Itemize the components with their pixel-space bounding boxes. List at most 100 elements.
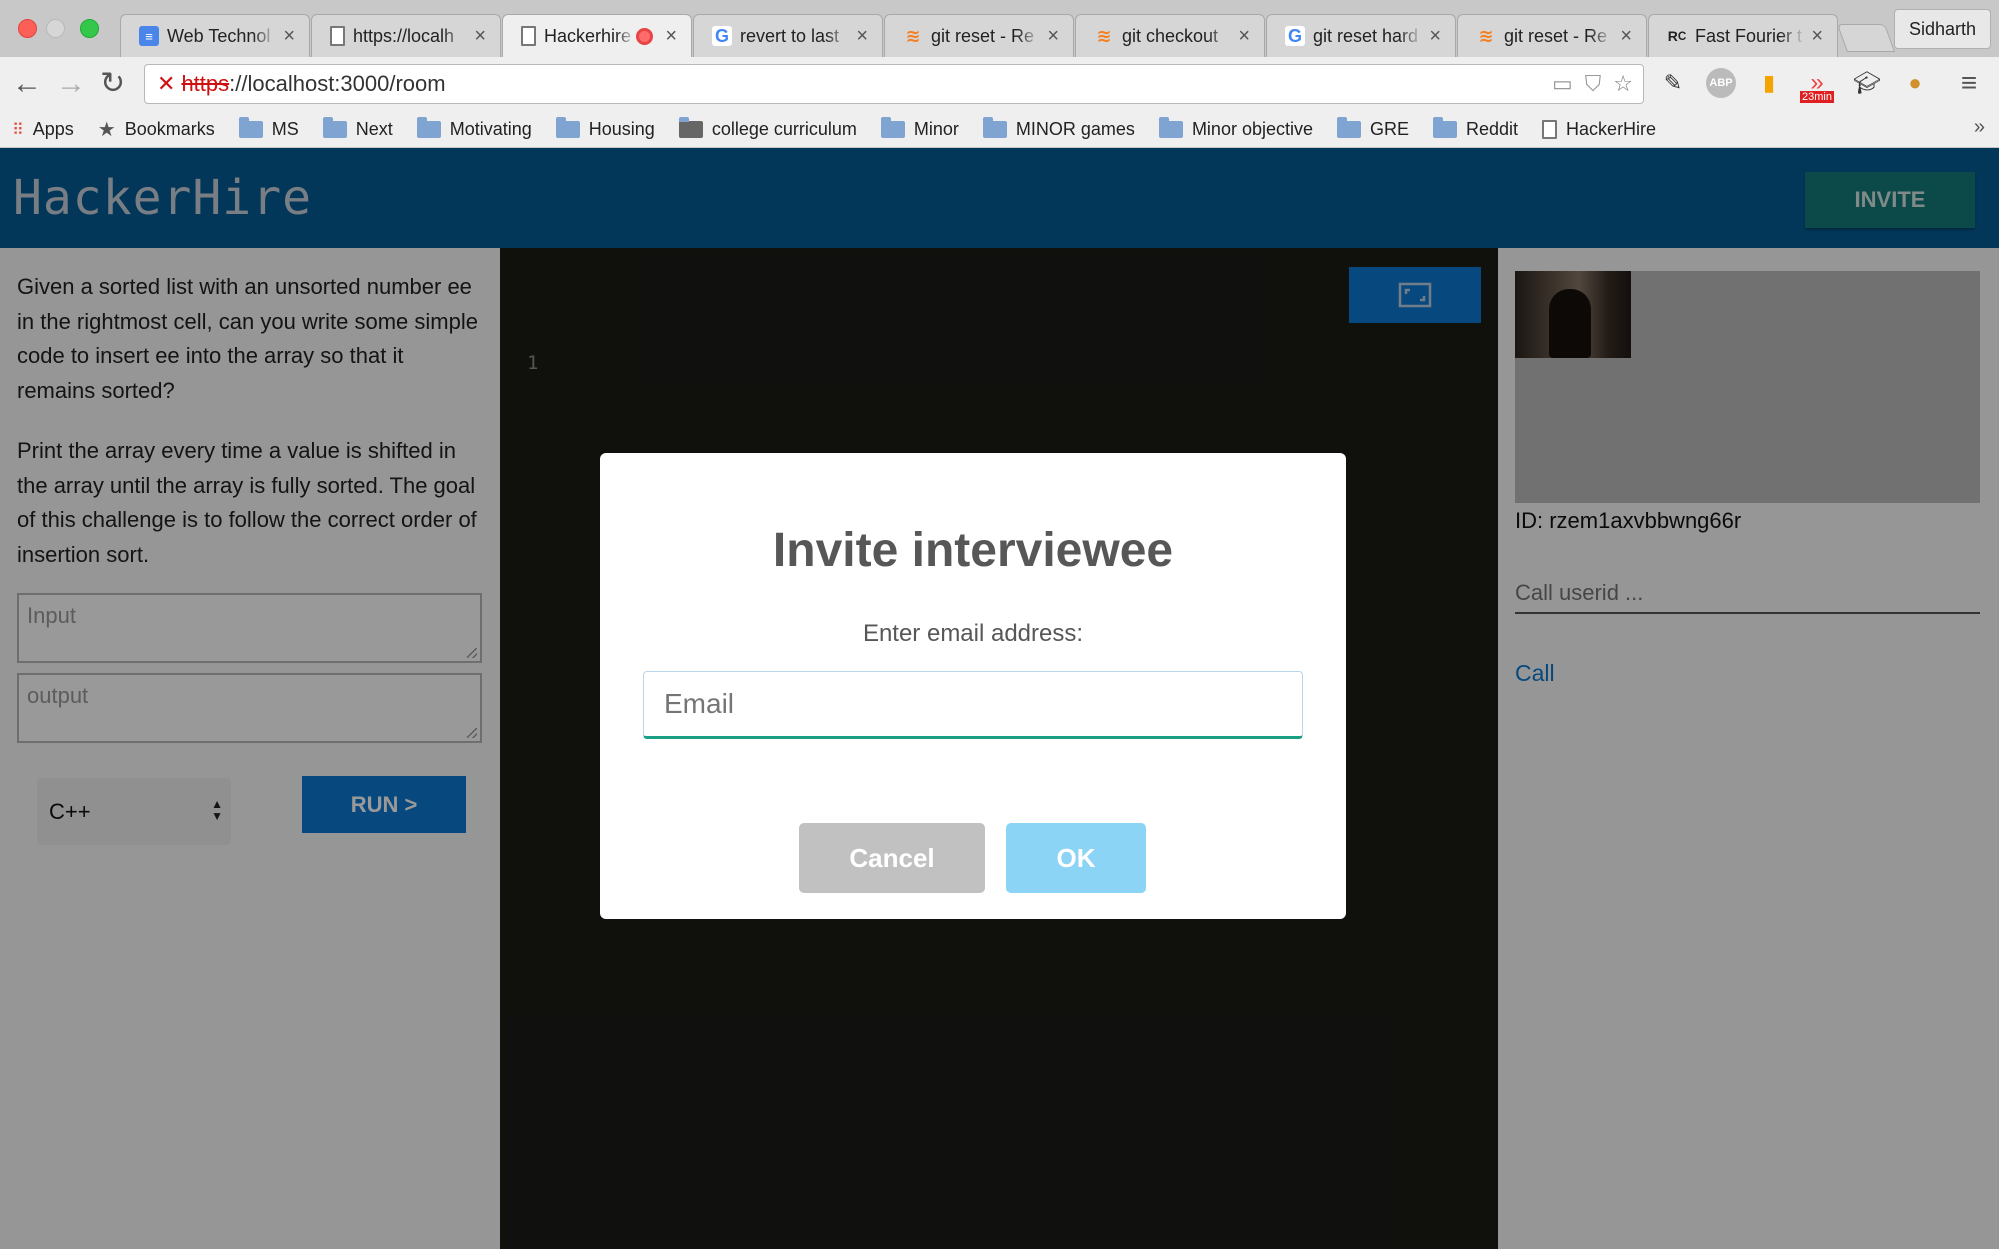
- browser-chrome: ≡ Web Technol × https://localh × Hackerh…: [0, 0, 1999, 148]
- tab-close-icon[interactable]: ×: [1429, 26, 1441, 46]
- tab-title: git checkout: [1122, 25, 1219, 46]
- folder-icon: [416, 117, 441, 138]
- folder-icon: [555, 117, 580, 138]
- tab-close-icon[interactable]: ×: [474, 26, 486, 46]
- bookmark-folder[interactable]: MS: [238, 117, 299, 140]
- tab-close-icon[interactable]: ×: [856, 26, 868, 46]
- url-scheme: https: [181, 71, 230, 96]
- email-input[interactable]: [643, 671, 1303, 739]
- eyedropper-extension-icon[interactable]: ✎: [1656, 66, 1690, 100]
- folder-icon: [322, 117, 347, 138]
- dialog-subtitle: Enter email address:: [862, 620, 1084, 647]
- adblock-extension-icon[interactable]: ABP: [1704, 66, 1738, 100]
- bookmark-label: Housing: [588, 119, 655, 139]
- browser-tab[interactable]: ≡ Web Technol ×: [120, 14, 310, 57]
- modal-backdrop-header[interactable]: [0, 148, 1999, 248]
- browser-tab[interactable]: ≋ git reset - Re ×: [884, 14, 1074, 57]
- bookmark-folder[interactable]: Next: [322, 117, 393, 140]
- page-icon: [1542, 120, 1558, 139]
- cancel-button[interactable]: Cancel: [799, 823, 985, 893]
- shield-icon[interactable]: ⛉: [1585, 71, 1602, 97]
- bookmark-label: MINOR games: [1015, 119, 1135, 139]
- tab-close-icon[interactable]: ×: [1047, 26, 1059, 46]
- browser-tab[interactable]: https://localh ×: [311, 14, 501, 57]
- bookmark-folder[interactable]: MINOR games: [982, 117, 1135, 140]
- bookmark-label: Bookmarks: [124, 119, 215, 139]
- tab-strip: ≡ Web Technol × https://localh × Hackerh…: [0, 0, 1999, 57]
- browser-tab[interactable]: ≋ git reset - Re ×: [1457, 14, 1647, 57]
- bookmark-folder[interactable]: college curriculum: [678, 117, 857, 140]
- forward-icon[interactable]: →: [56, 66, 86, 102]
- bookmark-star-icon[interactable]: ☆: [1613, 71, 1633, 97]
- tab-title: Web Technol: [167, 25, 271, 46]
- reload-icon[interactable]: ↻: [100, 66, 125, 102]
- tab-close-icon[interactable]: ×: [1811, 26, 1823, 46]
- analytics-extension-icon[interactable]: ▮: [1752, 66, 1786, 100]
- page-icon: [521, 26, 536, 46]
- docs-icon: ≡: [139, 26, 159, 46]
- page-icon: [330, 26, 345, 46]
- bookmark-label: Minor: [913, 119, 959, 139]
- tab-close-icon[interactable]: ×: [1620, 26, 1632, 46]
- browser-tab-active[interactable]: Hackerhire ×: [502, 14, 692, 57]
- bookmark-bookmarks[interactable]: ★ Bookmarks: [98, 117, 215, 142]
- address-bar[interactable]: ✕ https://localhost:3000/room ▭ ⛉ ☆: [144, 64, 1644, 104]
- google-icon: G: [712, 26, 732, 46]
- tab-title: Fast Fourier t: [1695, 25, 1803, 46]
- bookmark-folder[interactable]: Minor: [880, 117, 959, 140]
- folder-icon: [1158, 117, 1183, 138]
- bookmark-label: GRE: [1370, 119, 1410, 139]
- bookmark-label: Next: [355, 119, 393, 139]
- bookmark-folder[interactable]: Reddit: [1433, 117, 1519, 140]
- back-icon[interactable]: ←: [12, 66, 42, 102]
- star-icon: ★: [97, 119, 116, 141]
- bookmark-folder[interactable]: Motivating: [416, 117, 532, 140]
- stackoverflow-icon: ≋: [1096, 25, 1112, 46]
- browser-toolbar: ← → ↻ ✕ https://localhost:3000/room ▭ ⛉ …: [0, 57, 1999, 112]
- graduation-cap-icon[interactable]: 🎓︎: [1850, 66, 1884, 100]
- camera-icon[interactable]: ▭: [1552, 71, 1573, 97]
- timer-extension-icon[interactable]: » 23min: [1800, 66, 1834, 103]
- profile-button[interactable]: Sidharth: [1893, 9, 1991, 49]
- menu-icon[interactable]: ≡: [1952, 66, 1986, 100]
- url-path: ://localhost:3000/room: [229, 71, 446, 96]
- cookie-extension-icon[interactable]: ●: [1898, 66, 1932, 100]
- invite-dialog: Invite interviewee Enter email address: …: [600, 453, 1346, 919]
- tab-title: revert to last: [740, 25, 840, 46]
- bookmark-folder[interactable]: Minor objective: [1158, 117, 1313, 140]
- tab-close-icon[interactable]: ×: [1238, 26, 1250, 46]
- browser-tab[interactable]: RC Fast Fourier t ×: [1648, 14, 1838, 57]
- tab-close-icon[interactable]: ×: [283, 26, 295, 46]
- timer-badge: 23min: [1800, 91, 1834, 103]
- ok-button[interactable]: OK: [1006, 823, 1146, 893]
- tab-title: Hackerhire: [544, 25, 632, 46]
- browser-tab[interactable]: G git reset hard ×: [1266, 14, 1456, 57]
- apps-grid-icon: ⠿: [12, 121, 24, 139]
- bookmark-folder[interactable]: Housing: [555, 117, 655, 140]
- bookmark-page[interactable]: HackerHire: [1542, 119, 1656, 140]
- stackoverflow-icon: ≋: [1478, 25, 1494, 46]
- google-icon: G: [1285, 26, 1305, 46]
- maximize-window-icon[interactable]: [80, 19, 99, 38]
- close-window-icon[interactable]: [18, 19, 37, 38]
- bookmark-folder[interactable]: GRE: [1337, 117, 1410, 140]
- stackoverflow-icon: ≋: [905, 25, 921, 46]
- dialog-title: Invite interviewee: [772, 524, 1174, 577]
- new-tab-button[interactable]: [1836, 24, 1896, 52]
- tab-title: git reset - Re: [931, 25, 1035, 46]
- bookmark-label: college curriculum: [711, 119, 857, 139]
- tab-title: git reset - Re: [1504, 25, 1608, 46]
- bookmark-label: HackerHire: [1566, 119, 1657, 139]
- tab-close-icon[interactable]: ×: [665, 26, 677, 46]
- folder-icon: [1433, 117, 1458, 138]
- bookmark-label: Reddit: [1466, 119, 1519, 139]
- insecure-lock-icon[interactable]: ✕: [157, 71, 175, 97]
- omnibox-actions: ▭ ⛉ ☆: [1552, 71, 1633, 97]
- browser-tab[interactable]: G revert to last ×: [693, 14, 883, 57]
- bookmark-apps[interactable]: ⠿ Apps: [12, 119, 74, 140]
- browser-tab[interactable]: ≋ git checkout ×: [1075, 14, 1265, 57]
- bookmarks-overflow-icon[interactable]: »: [1974, 116, 1985, 139]
- tab-title: git reset hard: [1313, 25, 1419, 46]
- minimize-window-icon[interactable]: [46, 19, 65, 38]
- folder-icon: [678, 117, 703, 138]
